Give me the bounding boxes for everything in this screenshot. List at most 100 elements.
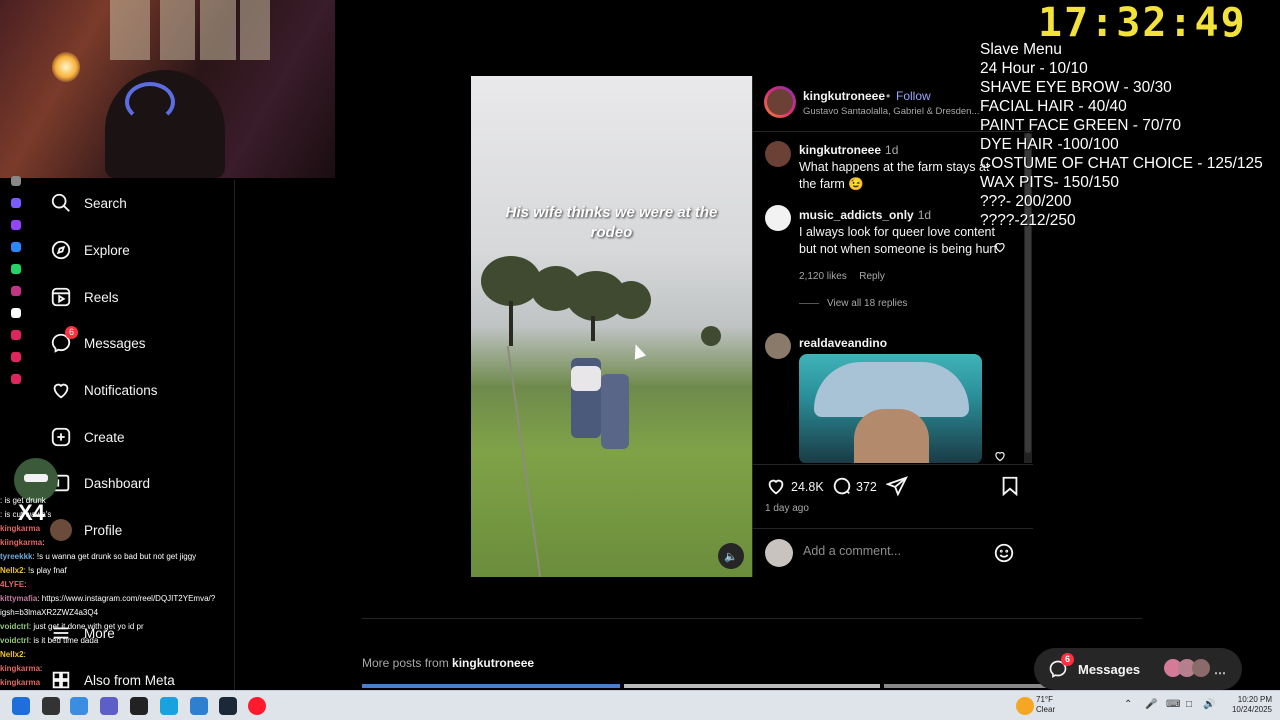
author-username[interactable]: kingkutroneee [803,89,885,103]
microphone-icon[interactable]: 🎤 [1145,699,1157,710]
edge-icon[interactable] [160,697,178,715]
chat-text: : [40,664,43,673]
reel-video[interactable]: His wife thinks we were at the rodeo 🔈 [471,76,752,577]
wall-poster [200,0,236,60]
comment-time: 1d [917,208,932,222]
messages-pill-badge: 6 [1061,653,1074,666]
keyboard-icon[interactable]: ⌨ [1166,699,1180,710]
emoji-icon[interactable] [993,542,1015,564]
weather-widget[interactable]: 71°F Clear [1036,695,1055,715]
network-icon[interactable]: □ [1186,699,1192,710]
author-avatar[interactable] [764,86,796,118]
search-icon [50,192,72,214]
chat-message: kingkarma: [0,662,260,676]
teams-icon[interactable] [100,697,118,715]
chat-message: Nellx2: [0,648,260,662]
chat-username[interactable]: voidctrl [0,636,29,645]
tree-trunk [509,301,513,346]
chat-username[interactable]: Nellx2 [0,650,24,659]
chat-username[interactable]: Nellx2 [0,566,24,575]
store-icon[interactable] [190,697,208,715]
nav-reels[interactable]: Reels [50,282,119,312]
tree [701,326,721,346]
more-posts-heading: More posts from kingkutroneee [362,656,534,670]
nav-create[interactable]: Create [50,422,125,452]
app-icon[interactable] [11,330,21,340]
slave-menu-item: 24 Hour - 10/10 [980,60,1088,77]
steam-icon[interactable] [219,697,237,715]
slave-menu-item: ????-212/250 [980,212,1076,229]
comment-likes[interactable]: 2,120 likes [799,271,847,282]
comment-username[interactable]: music_addicts_only [799,208,914,222]
view-replies-button[interactable]: View all 18 replies [827,298,907,309]
chat-text: : is get drunk [0,496,46,505]
app-icon[interactable] [11,198,21,208]
instagram-icon[interactable] [11,286,21,296]
messages-badge: 6 [65,326,78,339]
whatsapp-icon[interactable] [11,264,21,274]
avatar [765,539,793,567]
bookmark-icon[interactable] [999,475,1021,497]
nav-notifications[interactable]: Notifications [50,375,158,405]
slave-menu-item: DYE HAIR -100/100 [980,136,1119,153]
x-icon[interactable] [11,308,21,318]
chat-username[interactable]: voidctrl [0,622,29,631]
follow-button[interactable]: Follow [896,89,931,103]
comment-text: I always look for queer love content but… [799,225,998,256]
chat-username[interactable]: tyreekkk [0,552,32,561]
like-count[interactable]: 24.8K [791,480,824,494]
chat-username[interactable]: kiingkarma [0,538,42,547]
avatar[interactable] [765,333,791,359]
comment-username[interactable]: kingkutroneee [799,143,881,157]
chat-username[interactable]: kingkarma [0,524,40,533]
volume-icon[interactable]: 🔊 [1203,699,1215,710]
nav-search-label: Search [84,195,127,211]
chat-username[interactable]: kingkarma [0,664,40,673]
app-icon[interactable] [11,176,21,186]
twitch-icon[interactable] [11,220,21,230]
comment-text: What happens at the farm stays at the fa… [799,160,990,191]
system-clock[interactable]: 10:20 PM 10/24/2025 [1222,695,1272,715]
chat-text: : [42,538,45,547]
app-icon[interactable] [130,697,148,715]
avatar[interactable] [765,205,791,231]
chat-username[interactable]: kittymafia [0,594,37,603]
video-caption-overlay: His wife thinks we were at the rodeo [505,204,718,241]
search-icon[interactable] [42,697,60,715]
comment-username[interactable]: realdaveandino [799,336,887,350]
more-posts-username[interactable]: kingkutroneee [452,656,534,670]
app-icon[interactable] [11,374,21,384]
chat-message: kiingkarma: [0,536,260,550]
chat-text: : just get it done with get yo id pr [28,622,144,631]
share-icon[interactable] [886,475,908,497]
like-comment-icon[interactable] [993,240,1007,254]
nav-search[interactable]: Search [50,188,127,218]
avatar[interactable] [765,141,791,167]
messenger-icon: 6 [1048,653,1074,679]
chevron-up-icon[interactable]: ⌃ [1124,699,1132,710]
nav-explore[interactable]: Explore [50,235,130,265]
reply-button[interactable]: Reply [859,271,885,282]
nav-messages[interactable]: 6 Messages [50,326,146,358]
comment: music_addicts_only 1d I always look for q… [799,206,999,309]
start-icon[interactable] [12,697,30,715]
more-posts-thumbnails[interactable] [362,684,1142,688]
chat-message: kingkarma [0,522,260,536]
opera-icon[interactable] [248,697,266,715]
chat-username[interactable]: 4LYFE [0,580,24,589]
comment-count[interactable]: 372 [856,480,877,494]
like-comment-icon[interactable] [993,449,1007,463]
sound-toggle-button[interactable]: 🔈 [718,543,744,569]
comment-gif[interactable] [799,354,982,463]
slave-menu-item: PAINT FACE GREEN - 70/70 [980,117,1181,134]
nav-explore-label: Explore [84,242,130,258]
comment-input[interactable] [803,544,983,558]
app-icon[interactable] [11,352,21,362]
chat-username[interactable]: kingkarma [0,678,40,687]
like-icon[interactable] [765,475,787,497]
messenger-icon[interactable] [11,242,21,252]
chat-text: : https://www.instagram.com/reel/DQJIT2Y… [37,594,216,603]
messages-pill[interactable]: 6 Messages ⋯ [1034,648,1242,690]
comment-icon[interactable] [831,475,853,497]
widgets-icon[interactable] [70,697,88,715]
